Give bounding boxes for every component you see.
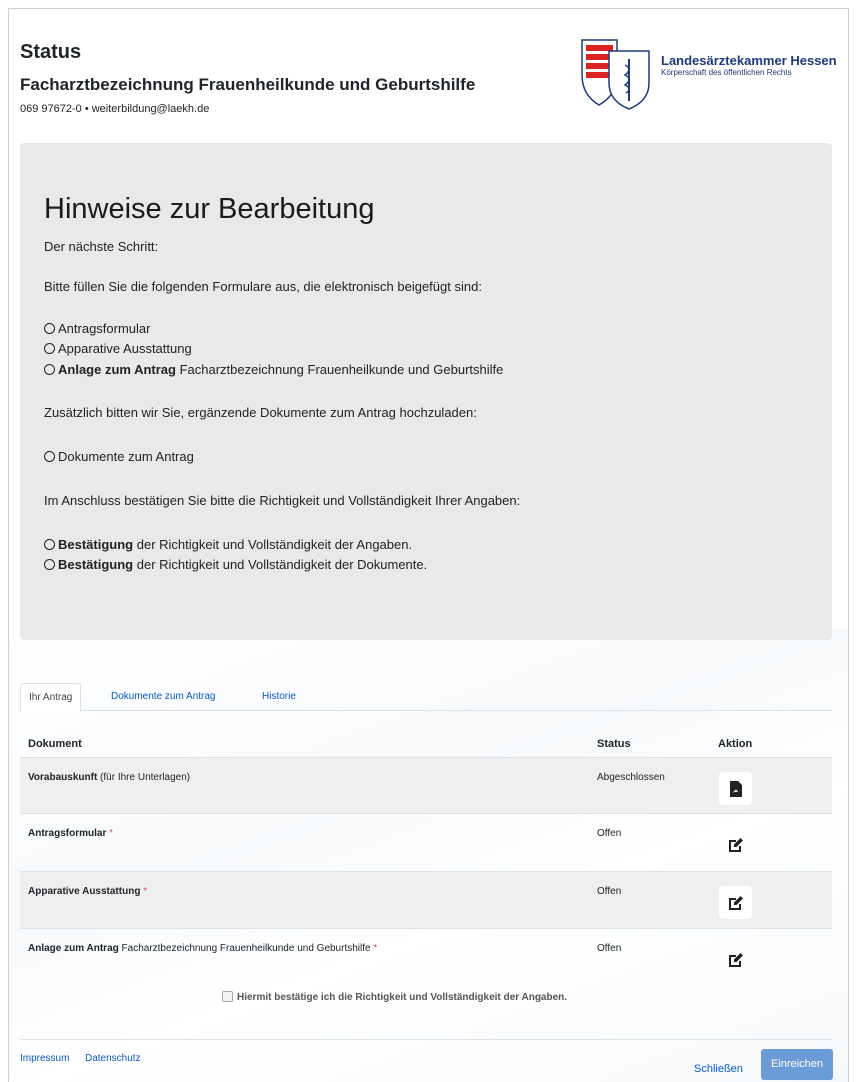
edit-icon: [728, 895, 743, 910]
edit-icon: [728, 837, 743, 852]
circle-icon: [44, 451, 55, 462]
edit-button[interactable]: [719, 886, 752, 919]
edit-button[interactable]: [719, 943, 752, 976]
contact-info: 069 97672-0 • weiterbildung@laekh.de: [20, 103, 210, 115]
status-text: Abgeschlossen: [597, 772, 665, 783]
logo-tagline: Körperschaft des öffentlichen Rechts: [661, 68, 792, 77]
document-name: Antragsformular *: [28, 828, 114, 839]
edit-button[interactable]: [719, 828, 752, 861]
confirmation-label: Hiermit bestätige ich die Richtigkeit un…: [237, 992, 568, 1003]
confirm-intro-text: Im Anschluss bestätigen Sie bitte die Ri…: [44, 493, 521, 508]
circle-icon: [44, 539, 55, 550]
tab-dokumente[interactable]: Dokumente zum Antrag: [111, 683, 216, 712]
document-name: Anlage zum Antrag Facharztbezeichnung Fr…: [28, 943, 378, 954]
submit-button[interactable]: Einreichen: [761, 1049, 833, 1080]
circle-icon: [44, 343, 55, 354]
table-row: Apparative Ausstattung * Offen: [20, 871, 832, 928]
status-text: Offen: [597, 828, 622, 839]
form-item: Apparative Ausstattung: [44, 341, 192, 356]
table-row: Antragsformular * Offen: [20, 813, 832, 871]
confirm-item: Bestätigung der Richtigkeit und Vollstän…: [44, 557, 427, 572]
laekh-logo: Landesärztekammer Hessen Körperschaft de…: [579, 37, 841, 111]
next-step-label: Der nächste Schritt:: [44, 239, 159, 254]
info-heading: Hinweise zur Bearbeitung: [44, 193, 375, 225]
status-text: Offen: [597, 943, 622, 954]
column-header-action: Aktion: [718, 738, 753, 750]
page-title: Status: [20, 41, 82, 63]
fill-forms-text: Bitte füllen Sie die folgenden Formulare…: [44, 279, 482, 294]
form-item: Antragsformular: [44, 321, 150, 336]
confirmation-row: Hiermit bestätige ich die Richtigkeit un…: [222, 991, 567, 1003]
tab-historie[interactable]: Historie: [262, 683, 296, 712]
circle-icon: [44, 364, 55, 375]
document-name: Vorabauskunft (für Ihre Unterlagen): [28, 772, 191, 783]
document-name: Apparative Ausstattung *: [28, 886, 148, 897]
circle-icon: [44, 323, 55, 334]
table-row: Vorabauskunft (für Ihre Unterlagen) Abge…: [20, 757, 832, 813]
upload-docs-text: Zusätzlich bitten wir Sie, ergänzende Do…: [44, 405, 477, 420]
circle-icon: [44, 559, 55, 570]
page-subtitle: Facharztbezeichnung Frauenheilkunde und …: [20, 75, 476, 94]
table-row: Anlage zum Antrag Facharztbezeichnung Fr…: [20, 928, 832, 984]
impressum-link[interactable]: Impressum: [20, 1053, 69, 1064]
datenschutz-link[interactable]: Datenschutz: [85, 1053, 141, 1064]
pdf-icon: [729, 780, 742, 797]
coat-of-arms-icon: [581, 39, 650, 110]
logo-name: Landesärztekammer Hessen: [661, 53, 837, 68]
column-header-document: Dokument: [28, 738, 82, 750]
info-panel: Hinweise zur Bearbeitung Der nächste Sch…: [20, 143, 832, 640]
footer-divider: [20, 1039, 832, 1040]
status-text: Offen: [597, 886, 622, 897]
confirmation-checkbox[interactable]: [222, 991, 233, 1002]
doc-item: Dokumente zum Antrag: [44, 449, 194, 464]
form-item: Anlage zum Antrag Facharztbezeichnung Fr…: [44, 362, 503, 377]
edit-icon: [728, 952, 743, 967]
close-button[interactable]: Schließen: [694, 1063, 743, 1075]
tab-ihr-antrag[interactable]: Ihr Antrag: [20, 683, 82, 712]
download-pdf-button[interactable]: [719, 772, 752, 805]
column-header-status: Status: [597, 738, 631, 750]
confirm-item: Bestätigung der Richtigkeit und Vollstän…: [44, 537, 412, 552]
tab-bar: Ihr Antrag Dokumente zum Antrag Historie: [20, 683, 832, 712]
page-frame: Status Facharztbezeichnung Frauenheilkun…: [8, 8, 849, 1082]
